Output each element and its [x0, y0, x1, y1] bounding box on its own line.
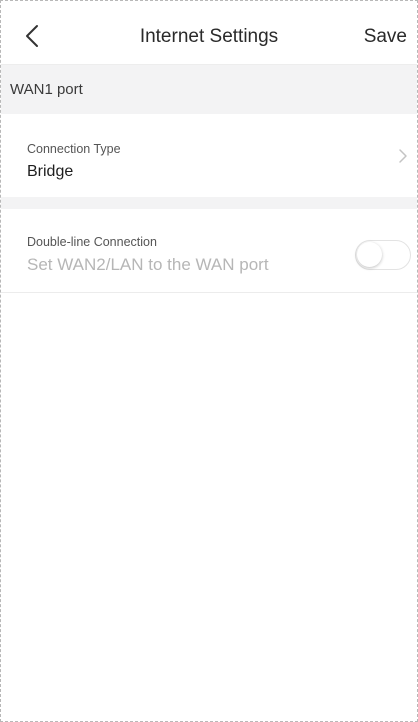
toggle-knob	[357, 242, 382, 267]
double-line-connection-label: Double-line Connection	[27, 235, 157, 249]
section-header-wan1: WAN1 port	[1, 64, 417, 114]
navigation-bar: Internet Settings Save	[1, 1, 417, 71]
connection-type-row[interactable]: Connection Type Bridge	[1, 114, 417, 197]
chevron-left-icon	[26, 25, 38, 47]
double-line-connection-description: Set WAN2/LAN to the WAN port	[27, 255, 269, 274]
phone-screen: Internet Settings Save WAN1 port Connect…	[0, 0, 418, 722]
section-divider	[1, 197, 417, 209]
section-header-label: WAN1 port	[10, 81, 83, 98]
save-button[interactable]: Save	[364, 26, 407, 48]
double-line-connection-toggle[interactable]	[355, 240, 411, 270]
double-line-connection-row: Double-line Connection Set WAN2/LAN to t…	[1, 209, 417, 293]
connection-type-label: Connection Type	[27, 142, 121, 156]
connection-type-value: Bridge	[27, 163, 74, 180]
chevron-right-icon	[399, 149, 407, 163]
back-button[interactable]	[15, 19, 49, 53]
page-title: Internet Settings	[139, 26, 279, 47]
